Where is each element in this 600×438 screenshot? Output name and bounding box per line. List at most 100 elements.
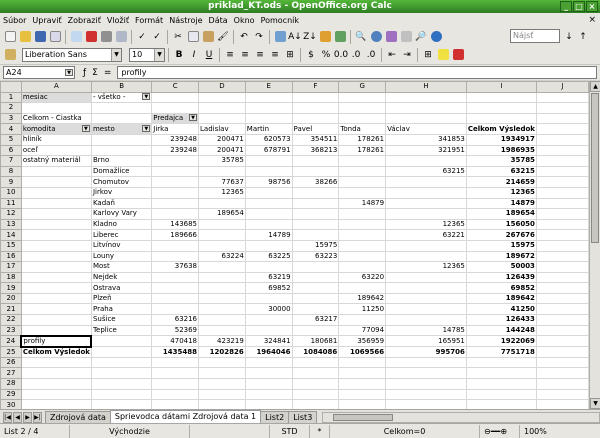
table-cell[interactable]: Domažlice xyxy=(90,165,153,178)
chevron-down-icon[interactable]: ▼ xyxy=(142,124,151,132)
cell[interactable] xyxy=(535,112,589,125)
table-cell[interactable] xyxy=(385,197,467,210)
print-icon[interactable] xyxy=(99,30,113,44)
help-icon[interactable] xyxy=(429,30,443,44)
table-cell[interactable]: 1202826 xyxy=(198,346,246,358)
cell[interactable] xyxy=(465,91,537,104)
table-cell[interactable] xyxy=(20,229,92,241)
table-cell[interactable] xyxy=(198,282,246,294)
cell[interactable] xyxy=(338,102,387,114)
row-header[interactable]: 11 xyxy=(0,197,22,210)
table-cell[interactable] xyxy=(244,314,293,326)
cell[interactable] xyxy=(90,399,153,409)
table-cell[interactable] xyxy=(151,176,200,188)
redo-icon[interactable]: ↷ xyxy=(252,30,266,44)
table-cell[interactable]: 1435488 xyxy=(151,346,200,358)
merge-cells-icon[interactable]: ⊞ xyxy=(283,48,297,62)
row-header[interactable]: 27 xyxy=(0,367,22,380)
hscroll-thumb[interactable] xyxy=(333,414,394,421)
table-cell[interactable]: 995706 xyxy=(385,346,467,358)
table-cell[interactable] xyxy=(244,197,293,210)
table-cell[interactable] xyxy=(198,229,246,241)
datasources-icon[interactable] xyxy=(399,30,413,44)
cell[interactable] xyxy=(535,367,589,380)
table-cell[interactable]: 12365 xyxy=(465,186,537,199)
column-header[interactable]: B xyxy=(90,81,153,93)
table-cell[interactable]: 200471 xyxy=(198,144,246,157)
cell[interactable] xyxy=(535,91,589,104)
cell[interactable] xyxy=(338,388,387,401)
row-header[interactable]: 18 xyxy=(0,271,22,284)
table-cell[interactable]: 12365 xyxy=(385,261,467,273)
cell[interactable] xyxy=(465,356,537,369)
cell[interactable] xyxy=(535,250,589,263)
table-cell[interactable]: 37638 xyxy=(151,261,200,273)
cell[interactable] xyxy=(198,399,246,409)
menu-item[interactable]: Pomocník xyxy=(258,16,302,25)
cell[interactable] xyxy=(465,102,537,114)
menu-item[interactable]: Dáta xyxy=(206,16,231,25)
table-cell[interactable]: 1986935 xyxy=(465,144,537,157)
font-name-combo[interactable]: Liberation Sans ▼ xyxy=(22,47,122,62)
cell[interactable] xyxy=(244,356,293,369)
table-cell[interactable] xyxy=(385,239,467,252)
table-cell[interactable] xyxy=(20,324,92,337)
table-cell[interactable]: Most xyxy=(90,261,153,273)
cell[interactable] xyxy=(20,356,92,369)
cell[interactable] xyxy=(244,388,293,401)
cell[interactable] xyxy=(535,292,589,305)
table-cell[interactable] xyxy=(151,155,200,167)
table-cell[interactable] xyxy=(291,303,340,316)
cell[interactable] xyxy=(198,378,246,390)
column-header[interactable]: C xyxy=(151,81,200,93)
table-cell[interactable] xyxy=(291,155,340,167)
column-header[interactable]: I xyxy=(465,81,537,93)
table-cell[interactable]: 15975 xyxy=(465,239,537,252)
table-cell[interactable] xyxy=(151,250,200,263)
cell[interactable] xyxy=(535,229,589,241)
table-cell[interactable] xyxy=(385,303,467,316)
table-cell[interactable] xyxy=(20,271,92,284)
cell[interactable] xyxy=(385,388,467,401)
table-cell[interactable] xyxy=(151,239,200,252)
decrease-indent-icon[interactable]: ⇤ xyxy=(385,48,399,62)
cell[interactable] xyxy=(465,388,537,401)
table-cell[interactable]: 126433 xyxy=(465,314,537,326)
scroll-thumb[interactable] xyxy=(591,93,599,243)
table-cell[interactable] xyxy=(385,250,467,263)
row-header[interactable]: 30 xyxy=(0,399,22,409)
styles-icon[interactable] xyxy=(3,48,17,62)
table-cell[interactable]: 63224 xyxy=(198,250,246,263)
cell[interactable] xyxy=(535,388,589,401)
cell[interactable] xyxy=(244,378,293,390)
table-cell[interactable]: ostatný materiál xyxy=(20,155,92,167)
cell[interactable] xyxy=(338,91,387,104)
new-document-icon[interactable] xyxy=(3,30,17,44)
cell[interactable] xyxy=(535,282,589,294)
table-cell[interactable]: 143685 xyxy=(151,218,200,231)
cell[interactable] xyxy=(338,367,387,380)
table-cell[interactable]: 620573 xyxy=(244,133,293,146)
chevron-down-icon[interactable]: ▼ xyxy=(189,114,198,122)
table-cell[interactable]: Kadaň xyxy=(90,197,153,210)
cell[interactable] xyxy=(198,112,246,125)
cell[interactable] xyxy=(465,367,537,380)
horizontal-scrollbar[interactable] xyxy=(322,412,600,423)
cell[interactable] xyxy=(338,356,387,369)
column-header[interactable]: D xyxy=(198,81,246,93)
table-cell[interactable]: 189654 xyxy=(465,208,537,220)
table-cell[interactable]: 1922069 xyxy=(465,335,537,348)
close-button[interactable]: × xyxy=(586,1,598,12)
find-previous-icon[interactable]: ↑ xyxy=(576,30,590,44)
align-right-icon[interactable]: ≡ xyxy=(253,48,267,62)
function-wizard-icon[interactable]: ƒ xyxy=(83,68,86,78)
table-cell[interactable]: 180681 xyxy=(291,335,340,348)
cell[interactable] xyxy=(535,239,589,252)
column-header[interactable]: J xyxy=(535,81,589,93)
cell[interactable] xyxy=(20,399,92,409)
zoom-slider[interactable]: ⊖━━⊕ xyxy=(480,424,520,438)
table-cell[interactable] xyxy=(151,282,200,294)
table-cell[interactable] xyxy=(291,186,340,199)
row-header[interactable]: 16 xyxy=(0,250,22,263)
sort-descending-icon[interactable]: Z↓ xyxy=(303,30,317,44)
